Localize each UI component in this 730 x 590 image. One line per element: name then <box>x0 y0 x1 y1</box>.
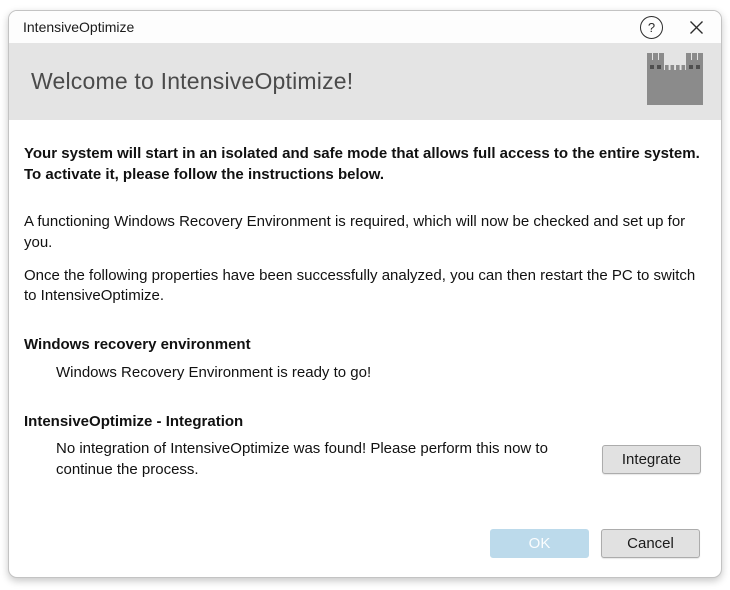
section-integration: IntensiveOptimize - Integration No integ… <box>24 412 705 481</box>
window-title: IntensiveOptimize <box>23 19 640 35</box>
status-text: Windows Recovery Environment is ready to… <box>24 363 705 384</box>
status-text: No integration of IntensiveOptimize was … <box>24 439 590 480</box>
section-windows-recovery: Windows recovery environment Windows Rec… <box>24 335 705 383</box>
dialog-content: Your system will start in an isolated an… <box>9 120 721 481</box>
page-title: Welcome to IntensiveOptimize! <box>31 68 647 95</box>
dialog-window: IntensiveOptimize ? Welcome to Intensive… <box>8 10 722 578</box>
castle-icon <box>647 53 703 110</box>
ok-button[interactable]: OK <box>490 529 589 558</box>
titlebar: IntensiveOptimize ? <box>9 11 721 43</box>
integrate-button[interactable]: Integrate <box>602 445 701 474</box>
help-icon[interactable]: ? <box>640 16 663 39</box>
section-heading: IntensiveOptimize - Integration <box>24 412 705 433</box>
cancel-button[interactable]: Cancel <box>601 529 700 558</box>
paragraph-restart-info: Once the following properties have been … <box>24 266 705 307</box>
help-glyph: ? <box>648 20 655 35</box>
footer-buttons: OK Cancel <box>490 529 700 558</box>
paragraph-recovery-check: A functioning Windows Recovery Environme… <box>24 212 705 253</box>
section-heading: Windows recovery environment <box>24 335 705 356</box>
intro-text: Your system will start in an isolated an… <box>24 144 705 185</box>
header-band: Welcome to IntensiveOptimize! <box>9 43 721 120</box>
close-icon[interactable] <box>683 14 709 40</box>
